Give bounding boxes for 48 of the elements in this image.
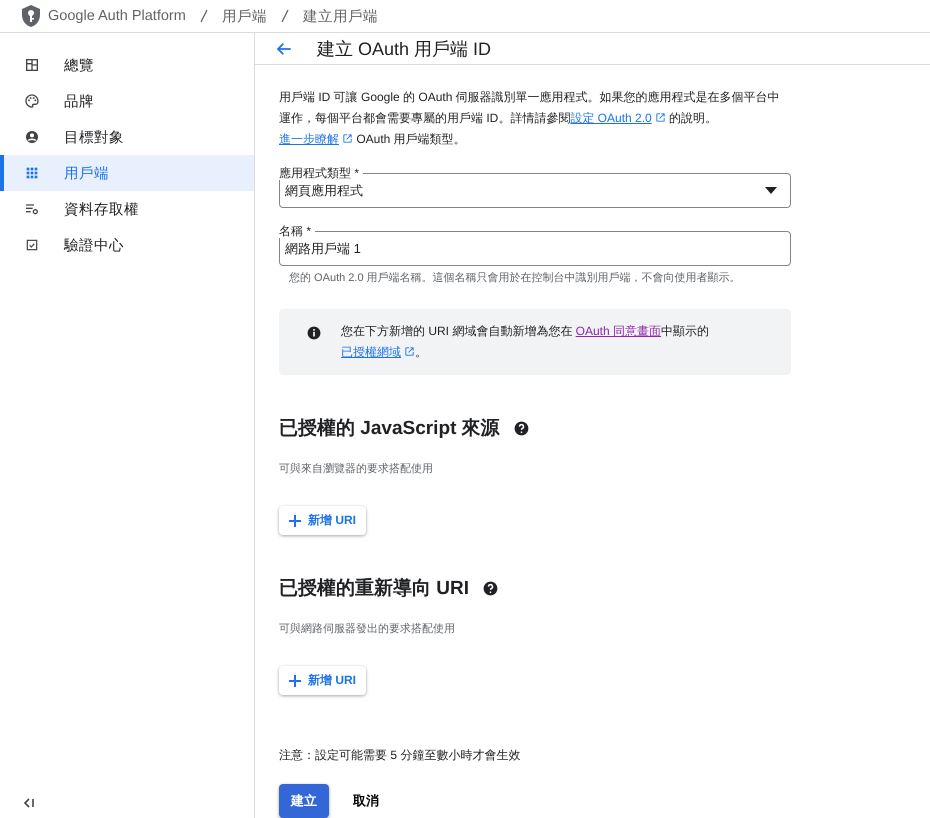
section-title: 已授權的重新導向 URI (279, 576, 469, 601)
link[interactable]: 進一步瞭解 (279, 130, 353, 148)
helper-text: 您的 OAuth 2.0 用戶端名稱。這個名稱只會用於在控制台中識別用戶端，不會向使用者顯示。 (288, 270, 742, 286)
field-label: 名稱 * (279, 224, 316, 238)
dropdown-caret-icon (765, 187, 777, 194)
link[interactable]: OAuth 同意畫面 (576, 322, 662, 340)
link[interactable]: 已授權網域 (341, 343, 415, 361)
breadcrumb-item[interactable]: Google Auth Platform (48, 8, 186, 24)
external-link-icon (654, 112, 666, 123)
field-label: 應用程式類型 * (279, 166, 364, 180)
link[interactable]: 設定 OAuth 2.0 (570, 109, 666, 127)
sidebar-item[interactable]: 目標對象 (0, 119, 254, 155)
grid-icon (24, 165, 40, 181)
breadcrumb-item[interactable]: 用戶端 (222, 6, 267, 26)
create-button[interactable]: 建立 (279, 784, 329, 818)
plus-icon (289, 674, 301, 686)
add-uri-button[interactable]: 新增 URI (279, 666, 366, 695)
sidebar-item[interactable]: 資料存取權 (0, 191, 254, 227)
cancel-button[interactable]: 取消 (341, 784, 391, 818)
shield-key-icon (22, 5, 40, 27)
note-text: 注意：設定可能需要 5 分鐘至數小時才會生效 (279, 747, 522, 764)
slash-icon (200, 9, 208, 23)
info-text: 您在下方新增的 URI 網域會自動新增為您在 OAuth 同意畫面中顯示的 已授權網域 。 (341, 321, 710, 363)
external-link-icon (342, 133, 353, 144)
section-description: 可與網路伺服器發出的要求搭配使用 (279, 622, 456, 636)
dropdown-field[interactable]: 應用程式類型 * 網頁應用程式 (279, 166, 791, 208)
slash-icon (280, 9, 289, 23)
info-icon (307, 326, 321, 340)
palette-icon (24, 93, 40, 109)
add-uri-button[interactable]: 新增 URI (279, 506, 366, 535)
collapse-icon[interactable] (22, 796, 36, 810)
sidebar-item[interactable]: 品牌 (0, 83, 254, 119)
input-field[interactable]: 名稱 * 網路用戶端 1 (279, 224, 791, 266)
checkbox-icon (24, 237, 40, 253)
help-icon[interactable] (483, 580, 498, 596)
help-icon[interactable] (514, 420, 529, 436)
section-description: 可與來自瀏覽器的要求搭配使用 (279, 462, 434, 476)
intro-paragraph: 用戶端 ID 可讓 Google 的 OAuth 伺服器識別單一應用程式。如果您的應用程式是在多個平台中運作，每個平台都會需要專屬的用戶端 ID。詳情請參閱設定 OAuth 2.0 的說明。 進一步瞭解 OAuth 用戶端類型。 (279, 89, 781, 150)
external-link-icon (404, 346, 415, 357)
dashboard-icon (24, 57, 40, 73)
sidebar-item[interactable]: 總覽 (0, 47, 254, 83)
person-icon (24, 129, 40, 145)
page-title: 建立 OAuth 用戶端 ID (317, 38, 492, 60)
breadcrumb-item: 建立用戶端 (302, 8, 378, 26)
plus-icon (289, 514, 301, 526)
sidebar-item[interactable]: 用戶端 (0, 155, 254, 191)
section-title: 已授權的 JavaScript 來源 (279, 417, 500, 441)
sidebar-item[interactable]: 驗證中心 (0, 227, 254, 263)
